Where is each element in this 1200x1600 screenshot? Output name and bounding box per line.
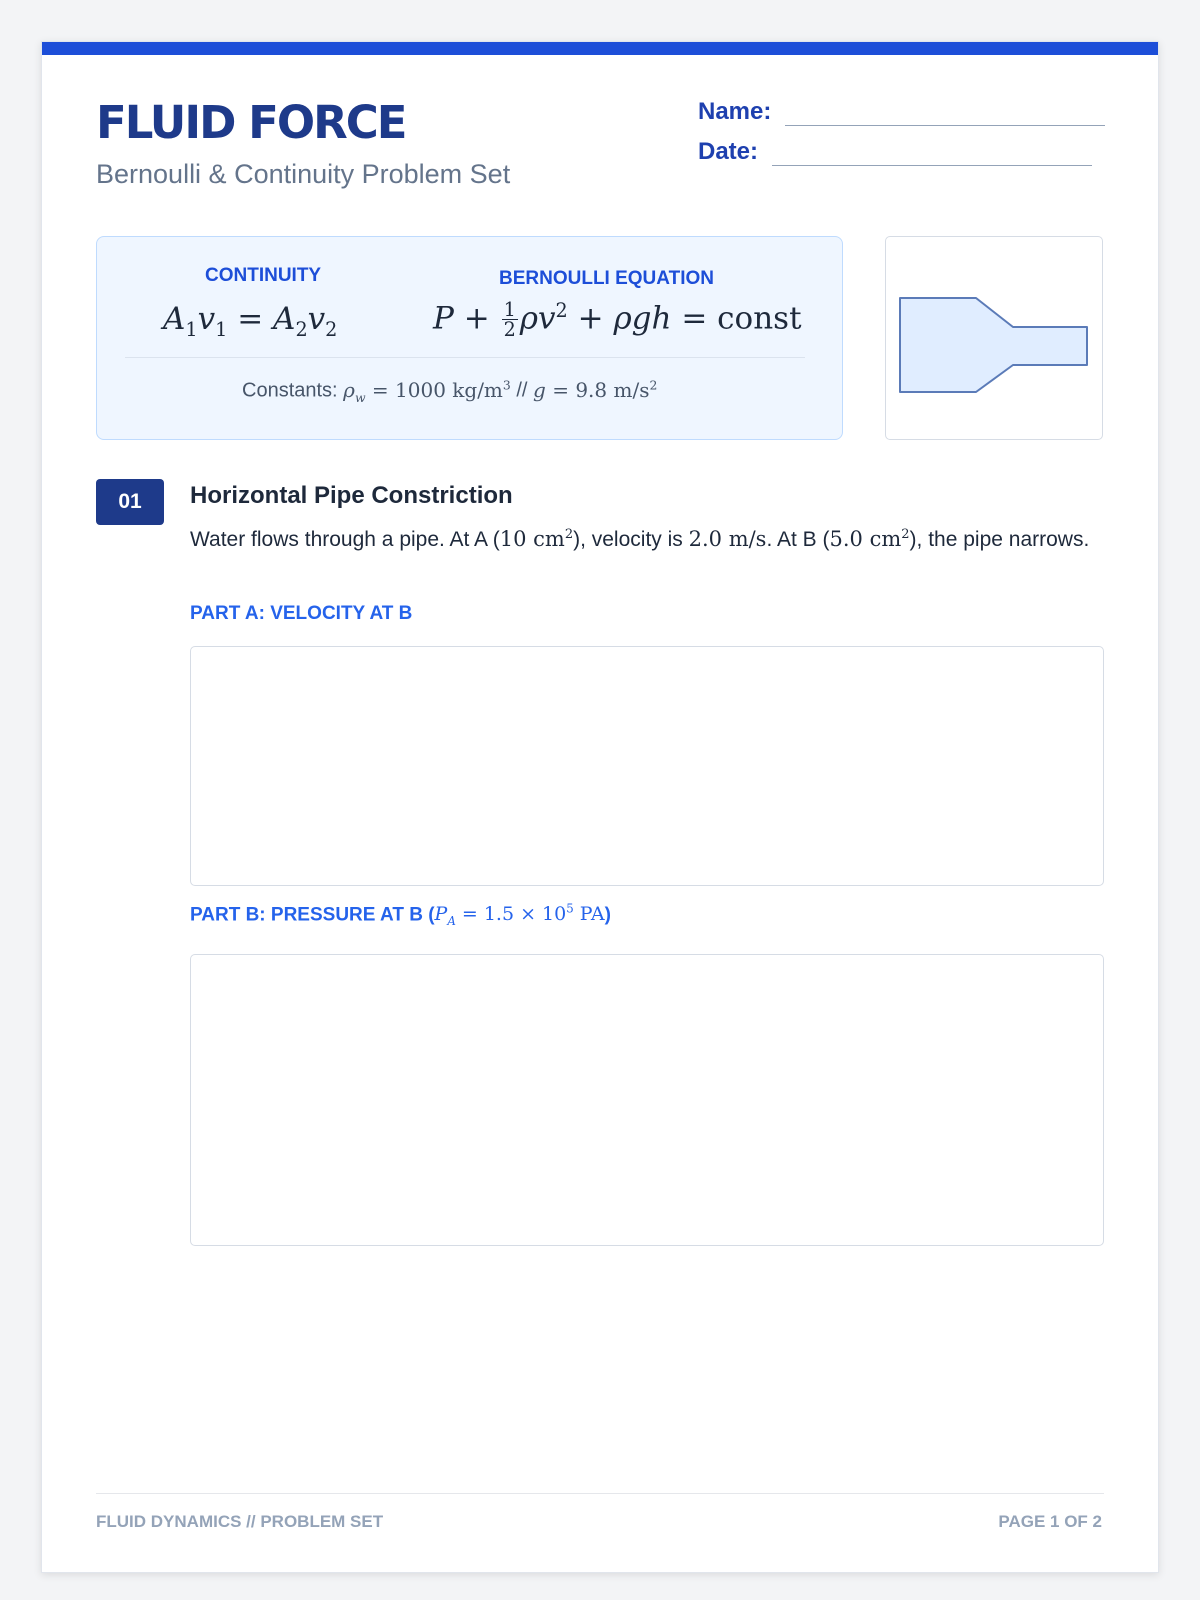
problem-statement: Water flows through a pipe. At A (10 cm2… — [190, 527, 1090, 551]
pipe-diagram-box — [885, 236, 1103, 440]
problem-title: Horizontal Pipe Constriction — [190, 482, 513, 509]
formula-reference-box: CONTINUITY BERNOULLI EQUATION A1v1 = A2v… — [96, 236, 843, 440]
part-b-answer-box[interactable] — [190, 954, 1104, 1246]
footer-page-number: PAGE 1 OF 2 — [998, 1512, 1102, 1531]
velocity-a-value: 2.0 m/s — [688, 527, 767, 551]
part-b-label: PART B: PRESSURE AT B (PA = 1.5 × 105 PA… — [190, 902, 611, 929]
constants-line: Constants: ρw = 1000 kg/m3 // g = 9.8 m/… — [242, 377, 657, 405]
bernoulli-heading: BERNOULLI EQUATION — [499, 268, 714, 289]
pressure-a-value: PA = 1.5 × 105 PA — [434, 902, 605, 929]
name-field: Name: — [698, 96, 1106, 126]
continuity-equation: A1v1 = A2v2 — [163, 301, 338, 342]
area-b-value: 5.0 cm2 — [829, 527, 910, 551]
accent-bar — [42, 42, 1158, 55]
water-density: ρw = 1000 kg/m3 — [343, 377, 511, 405]
footer-course: FLUID DYNAMICS // PROBLEM SET — [96, 1512, 384, 1531]
date-blank[interactable] — [772, 136, 1093, 166]
constants-label: Constants: — [242, 379, 338, 402]
worksheet-subtitle: Bernoulli & Continuity Problem Set — [96, 159, 511, 189]
part-a-label: PART A: VELOCITY AT B — [190, 603, 413, 624]
date-field: Date: — [698, 136, 1093, 166]
name-blank[interactable] — [785, 96, 1106, 126]
constants-separator: // — [516, 379, 528, 402]
gravity-constant: g = 9.8 m/s2 — [533, 377, 658, 402]
problem-number-badge: 01 — [96, 479, 164, 525]
footer-divider — [96, 1493, 1104, 1494]
pipe-constriction-icon — [899, 297, 1088, 393]
part-a-answer-box[interactable] — [190, 646, 1104, 886]
worksheet-page: FLUID FORCE Bernoulli & Continuity Probl… — [41, 41, 1159, 1573]
continuity-heading: CONTINUITY — [205, 265, 322, 286]
bernoulli-equation: P + 1 2 ρv2 + ρgh = const — [433, 298, 802, 342]
worksheet-title: FLUID FORCE — [96, 96, 408, 149]
date-label: Date: — [698, 138, 759, 165]
name-label: Name: — [698, 98, 772, 125]
area-a-value: 10 cm2 — [499, 527, 574, 551]
reference-divider — [125, 357, 805, 358]
